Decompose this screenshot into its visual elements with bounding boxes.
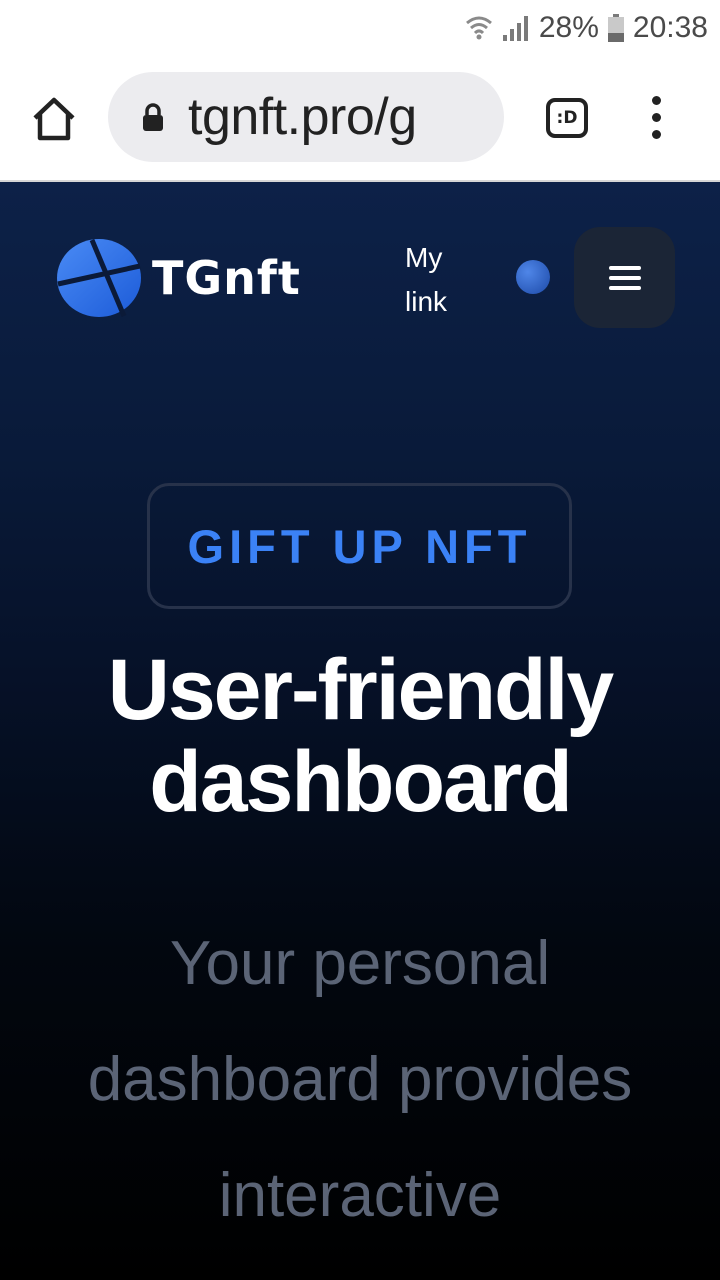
hamburger-icon — [608, 265, 641, 270]
tab-switcher-button[interactable]: :D — [546, 98, 588, 138]
logo-text: TGnft — [152, 251, 301, 305]
gift-up-nft-badge: GIFT UP NFT — [147, 483, 572, 609]
signal-icon — [501, 13, 531, 43]
home-icon[interactable] — [30, 96, 78, 142]
hero-headline: User-friendly dashboard — [0, 644, 720, 828]
browser-toolbar: tgnft.pro/g :D — [0, 56, 720, 182]
headline-line-1: User-friendly — [107, 642, 615, 738]
battery-icon — [607, 13, 625, 43]
headline-line-2: dashboard — [149, 734, 573, 830]
address-bar[interactable]: tgnft.pro/g — [108, 72, 504, 162]
my-link[interactable]: My link — [405, 236, 485, 324]
site-logo[interactable]: TGnft — [54, 236, 301, 320]
tab-switcher-label: :D — [556, 108, 578, 128]
url-text: tgnft.pro/g — [188, 88, 417, 146]
browser-menu-icon[interactable] — [646, 96, 666, 140]
clock: 20:38 — [632, 11, 708, 44]
hamburger-menu-button[interactable] — [574, 227, 675, 328]
web-page: TGnft My link GIFT UP NFT User-friendly … — [0, 182, 720, 1280]
logo-icon — [57, 239, 141, 317]
wifi-icon — [465, 13, 493, 43]
status-bar: 28% 20:38 — [0, 0, 720, 56]
battery-percent: 28% — [538, 11, 599, 44]
lock-icon — [140, 102, 166, 132]
hero-subtext: Your personal dashboard provides interac… — [87, 929, 633, 1230]
theme-toggle-dot[interactable] — [516, 260, 550, 294]
